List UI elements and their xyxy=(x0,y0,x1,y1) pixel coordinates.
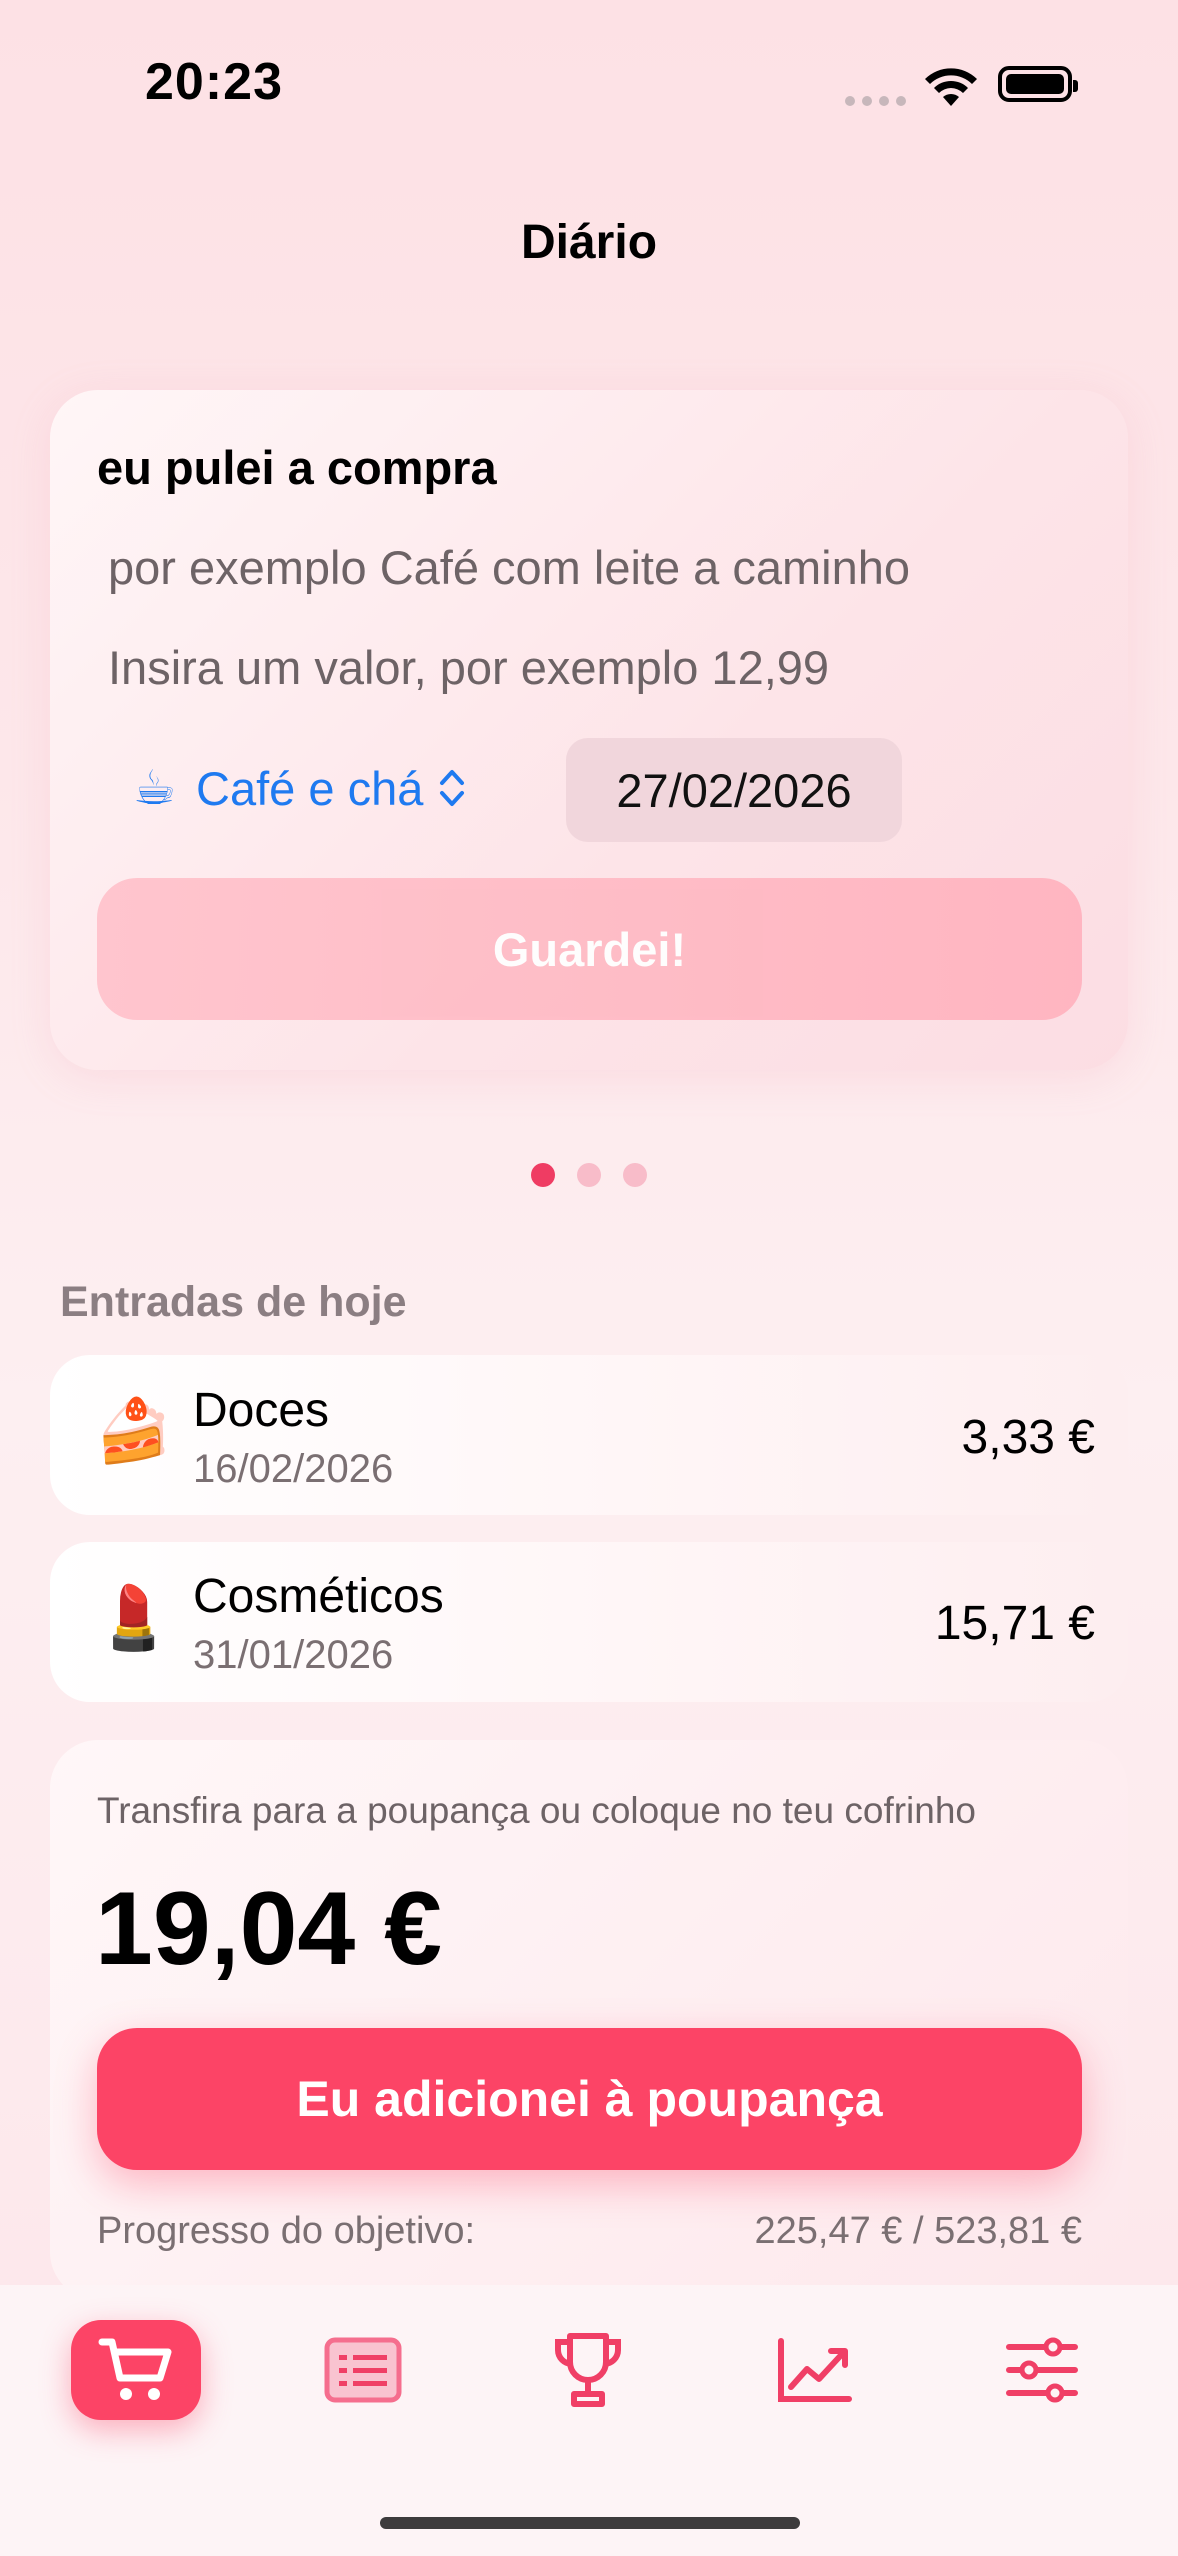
savings-total: 19,04 € xyxy=(95,1871,442,1987)
tab-stats[interactable] xyxy=(750,2320,880,2420)
tab-achievements[interactable] xyxy=(523,2320,653,2420)
progress-label: Progresso do objetivo: xyxy=(97,2210,476,2252)
save-button[interactable]: Guardei! xyxy=(97,878,1082,1020)
list-icon xyxy=(324,2337,402,2403)
tab-journal[interactable] xyxy=(71,2320,201,2420)
entry-amount: 3,33 € xyxy=(961,1411,1095,1464)
page-title: Diário xyxy=(520,216,658,269)
entry-date: 31/01/2026 xyxy=(193,1633,394,1677)
entry-name: Cosméticos xyxy=(193,1570,444,1623)
battery-icon xyxy=(998,66,1078,102)
cake-icon: 🍰 xyxy=(95,1397,173,1466)
amount-input[interactable]: Insira um valor, por exemplo 12,99 xyxy=(108,640,829,695)
page-dot[interactable] xyxy=(531,1163,555,1187)
tab-list[interactable] xyxy=(298,2320,428,2420)
wifi-icon xyxy=(925,68,977,106)
coffee-icon: ☕ xyxy=(133,762,177,815)
sliders-icon xyxy=(1006,2337,1078,2403)
cellular-signal-icon xyxy=(845,96,906,106)
trophy-icon xyxy=(555,2333,621,2407)
entry-amount: 15,71 € xyxy=(934,1597,1095,1650)
purchase-name-input[interactable]: por exemplo Café com leite a caminho xyxy=(108,540,910,595)
section-label: Entradas de hoje xyxy=(60,1278,407,1326)
chart-icon xyxy=(778,2338,852,2402)
add-to-savings-button[interactable]: Eu adicionei à poupança xyxy=(97,2028,1082,2170)
status-time: 20:23 xyxy=(145,53,283,111)
page-dot[interactable] xyxy=(577,1163,601,1187)
entry-date: 16/02/2026 xyxy=(193,1447,394,1491)
date-picker[interactable]: 27/02/2026 xyxy=(566,738,902,842)
savings-caption: Transfira para a poupança ou coloque no … xyxy=(97,1790,977,1831)
home-indicator xyxy=(380,2517,800,2529)
category-picker[interactable]: ☕ Café e chá xyxy=(133,760,467,816)
entry-name: Doces xyxy=(193,1384,330,1437)
chevron-up-down-icon xyxy=(440,770,465,806)
tab-settings[interactable] xyxy=(977,2320,1107,2420)
category-label: Café e chá xyxy=(196,761,424,815)
form-title: eu pulei a compra xyxy=(97,441,497,494)
cart-icon xyxy=(98,2338,172,2400)
lipstick-icon: 💄 xyxy=(95,1584,173,1653)
page-dot[interactable] xyxy=(623,1163,647,1187)
progress-value: 225,47 € / 523,81 € xyxy=(754,2210,1082,2252)
page-indicator[interactable] xyxy=(531,1163,647,1187)
